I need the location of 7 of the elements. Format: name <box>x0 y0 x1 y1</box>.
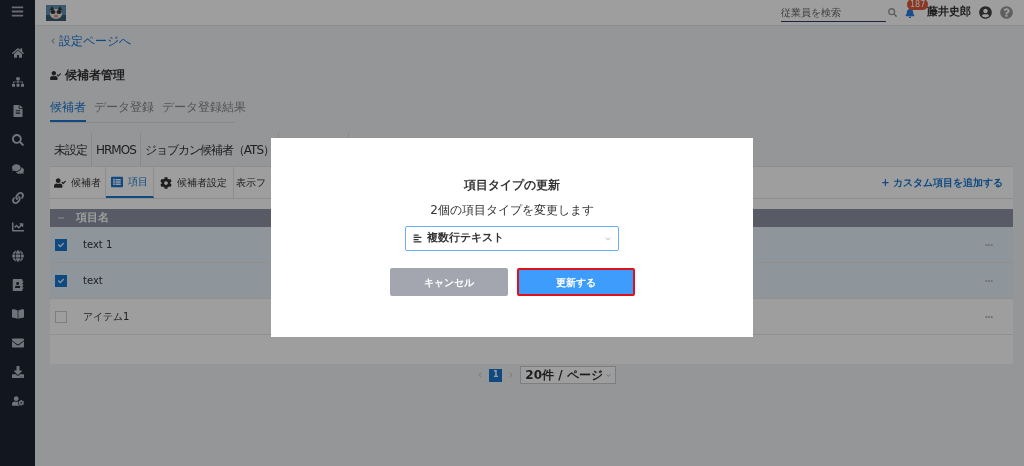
page-title: 候補者管理 <box>65 67 125 84</box>
column-header: 項目名 <box>76 209 109 226</box>
table-cell-text: text <box>83 274 103 288</box>
dialog-title: 項目タイプの更新 <box>464 177 560 194</box>
table-cell-text: アイテム1 <box>83 310 130 324</box>
table-cell-text: text 1 <box>83 238 113 252</box>
dialog-message: 2個の項目タイプを変更します <box>430 202 594 219</box>
